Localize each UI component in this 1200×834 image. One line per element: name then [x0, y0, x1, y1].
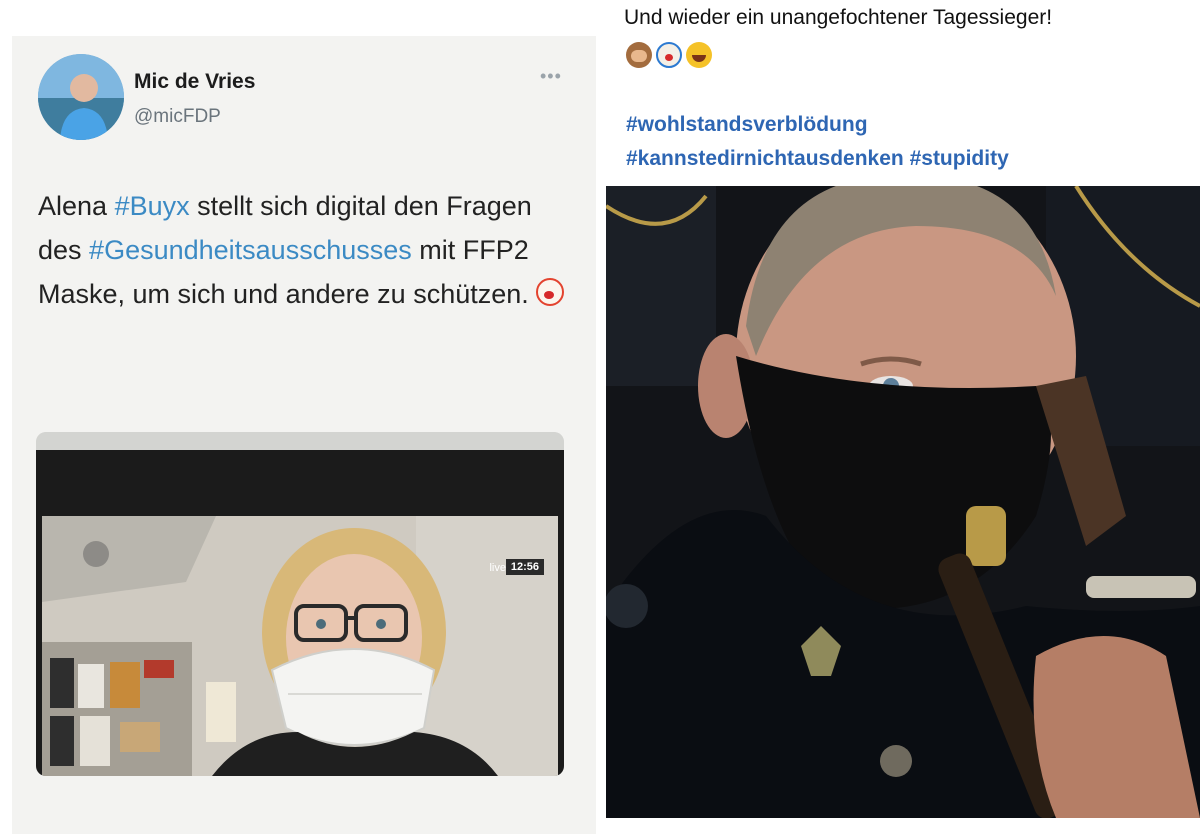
see-no-evil-monkey-icon	[626, 42, 652, 68]
hashtag-link[interactable]: #wohlstandsverblödung	[626, 108, 1009, 142]
tweet-media-image[interactable]: live 12:56	[36, 432, 564, 776]
video-timestamp: 12:56	[505, 559, 544, 575]
more-dots-icon[interactable]: •••	[540, 66, 562, 87]
hashtag-link[interactable]: #Buyx	[115, 191, 190, 221]
facebook-post-screenshot: Und wieder ein unangefochtener Tagessieg…	[606, 0, 1200, 834]
hashtag-link[interactable]: #Gesundheitsausschusses	[89, 235, 412, 265]
post-image[interactable]	[606, 186, 1200, 818]
avatar[interactable]	[38, 54, 124, 140]
post-caption: Und wieder ein unangefochtener Tagessieg…	[624, 6, 1053, 29]
clown-face-icon	[536, 278, 565, 306]
user-handle[interactable]: @micFDP	[134, 106, 221, 128]
post-hashtags: #wohlstandsverblödung #kannstedirnichtau…	[626, 108, 1009, 176]
live-indicator: live	[489, 562, 506, 574]
clown-face-icon	[656, 42, 682, 68]
hashtag-link[interactable]: #kannstedirnichtausdenken #stupidity	[626, 142, 1009, 176]
display-name[interactable]: Mic de Vries	[134, 70, 255, 94]
rolling-laughing-icon	[686, 42, 712, 68]
tweet-text: Alena #Buyx stellt sich digital den Frag…	[38, 184, 568, 316]
tweet-screenshot: Mic de Vries @micFDP ••• Alena #Buyx ste…	[12, 36, 596, 834]
emoji-row	[626, 42, 712, 68]
tweet-text-part: Alena	[38, 191, 115, 221]
